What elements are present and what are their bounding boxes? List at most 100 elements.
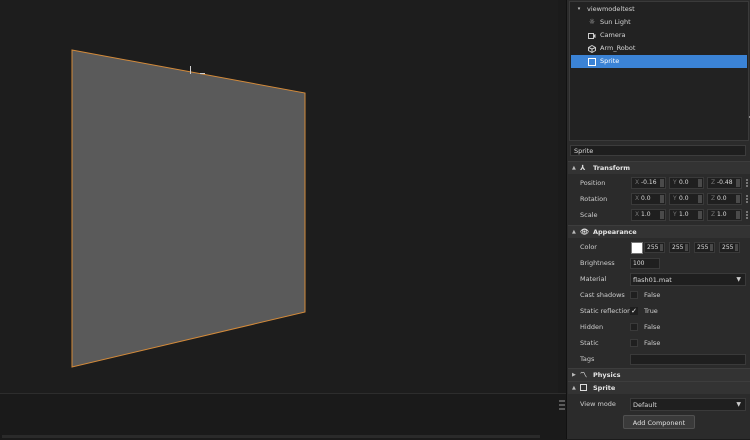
- dropdown-value: Default: [633, 401, 657, 409]
- spinner[interactable]: [660, 179, 664, 187]
- field-value: 0.0: [717, 195, 727, 202]
- position-y-field[interactable]: Y 0.0: [669, 177, 704, 189]
- axis-label: X: [635, 195, 640, 202]
- hierarchy-item-sun-light[interactable]: ☼ Sun Light: [571, 16, 747, 29]
- console-panel: [0, 393, 566, 440]
- field-value: 0.0: [679, 195, 689, 202]
- section-title: Sprite: [593, 384, 616, 392]
- sprite-icon: [588, 57, 596, 66]
- color-g-field[interactable]: 255: [669, 242, 690, 253]
- spinner[interactable]: [735, 244, 738, 251]
- transform-section-header[interactable]: ▲ ⅄ Transform: [568, 161, 750, 174]
- more-options-icon[interactable]: [745, 211, 748, 219]
- material-label: Material: [580, 275, 607, 283]
- axis-label: X: [635, 179, 640, 186]
- hierarchy-item-sprite[interactable]: Sprite: [571, 55, 747, 68]
- position-label: Position: [580, 179, 606, 187]
- spinner[interactable]: [660, 211, 664, 219]
- axis-label: Z: [711, 179, 716, 186]
- section-title: Physics: [593, 371, 621, 379]
- sprite-plane[interactable]: [0, 0, 558, 393]
- position-x-field[interactable]: X -0.16: [631, 177, 666, 189]
- tags-row: Tags: [568, 352, 750, 367]
- sprite-section-header[interactable]: ▲ Sprite: [568, 381, 750, 394]
- rotation-label: Rotation: [580, 195, 608, 203]
- hidden-label: Hidden: [580, 323, 604, 331]
- field-value: 1.0: [641, 211, 651, 218]
- cast-shadows-checkbox[interactable]: [630, 291, 638, 299]
- position-z-field[interactable]: Z -0.48: [707, 177, 742, 189]
- rotation-y-field[interactable]: Y 0.0: [669, 193, 704, 205]
- scene-hierarchy: ▾ viewmodeltest ☼ Sun Light Camera Arm_R…: [569, 1, 749, 141]
- field-value: 255: [647, 244, 659, 251]
- spinner[interactable]: [685, 244, 688, 251]
- checkbox-value: False: [644, 291, 661, 299]
- view-mode-dropdown[interactable]: Default ▼: [630, 398, 746, 411]
- brightness-field[interactable]: 100: [630, 258, 660, 269]
- spinner[interactable]: [736, 195, 740, 203]
- object-name-input[interactable]: Sprite: [570, 145, 746, 156]
- scale-z-field[interactable]: Z 1.0: [707, 209, 742, 221]
- transform-gizmo[interactable]: [190, 66, 191, 74]
- cast-shadows-label: Cast shadows: [580, 291, 625, 299]
- scale-y-field[interactable]: Y 1.0: [669, 209, 704, 221]
- scale-row: Scale X 1.0 Y 1.0 Z 1.0: [568, 208, 750, 223]
- physics-icon: 〽: [580, 371, 587, 379]
- color-a-field[interactable]: 255: [719, 242, 740, 253]
- tags-input[interactable]: [630, 354, 746, 365]
- color-swatch[interactable]: [631, 242, 643, 254]
- hierarchy-item-label: Arm_Robot: [600, 44, 636, 52]
- console-scrollbar[interactable]: [558, 398, 566, 434]
- hidden-checkbox[interactable]: [630, 323, 638, 331]
- hierarchy-item-label: Sun Light: [600, 18, 631, 26]
- scene-viewport[interactable]: [0, 0, 558, 393]
- hierarchy-item-arm-robot[interactable]: Arm_Robot: [571, 42, 747, 55]
- chevron-down-icon[interactable]: ▾: [575, 6, 583, 14]
- brightness-label: Brightness: [580, 259, 615, 267]
- static-label: Static: [580, 339, 599, 347]
- position-row: Position X -0.16 Y 0.0 Z -0.48: [568, 176, 750, 191]
- section-title: Appearance: [593, 228, 637, 236]
- sprite-icon: [580, 383, 590, 393]
- brightness-row: Brightness 100: [568, 256, 750, 271]
- field-value: 255: [672, 244, 684, 251]
- scale-x-field[interactable]: X 1.0: [631, 209, 666, 221]
- physics-section-header[interactable]: ▶ 〽 Physics: [568, 368, 750, 381]
- color-r-field[interactable]: 255: [644, 242, 665, 253]
- checkbox-value: False: [644, 323, 661, 331]
- field-value: 0.0: [641, 195, 651, 202]
- rotation-z-field[interactable]: Z 0.0: [707, 193, 742, 205]
- axis-label: Y: [673, 211, 677, 218]
- section-title: Transform: [593, 164, 631, 172]
- field-value: 0.0: [679, 179, 689, 186]
- more-options-icon[interactable]: [745, 179, 748, 187]
- camera-icon: [588, 32, 596, 40]
- add-component-button[interactable]: Add Component: [623, 415, 695, 429]
- material-row: Material flash01.mat ▼: [568, 272, 750, 287]
- axis-label: Z: [711, 211, 716, 218]
- spinner[interactable]: [698, 195, 702, 203]
- material-dropdown[interactable]: flash01.mat ▼: [630, 273, 746, 286]
- spinner[interactable]: [736, 211, 740, 219]
- more-options-icon[interactable]: [745, 195, 748, 203]
- spinner[interactable]: [710, 244, 713, 251]
- axis-label: Z: [711, 195, 716, 202]
- spinner[interactable]: [660, 244, 663, 251]
- model-icon: [588, 44, 596, 53]
- console-horizontal-scrollbar[interactable]: [2, 435, 540, 438]
- appearance-section-header[interactable]: ▲ 👁 Appearance: [568, 225, 750, 238]
- hierarchy-item-camera[interactable]: Camera: [571, 29, 747, 42]
- sun-icon: ☼: [588, 18, 596, 26]
- hierarchy-root[interactable]: ▾ viewmodeltest: [571, 3, 747, 16]
- static-checkbox[interactable]: [630, 339, 638, 347]
- color-b-field[interactable]: 255: [694, 242, 715, 253]
- transform-gizmo-handle[interactable]: [200, 73, 205, 74]
- rotation-x-field[interactable]: X 0.0: [631, 193, 666, 205]
- spinner[interactable]: [698, 179, 702, 187]
- rotation-row: Rotation X 0.0 Y 0.0 Z 0.0: [568, 192, 750, 207]
- static-reflection-checkbox[interactable]: ✓: [630, 307, 638, 315]
- checkmark-icon: ✓: [631, 307, 637, 315]
- spinner[interactable]: [660, 195, 664, 203]
- spinner[interactable]: [736, 179, 740, 187]
- spinner[interactable]: [698, 211, 702, 219]
